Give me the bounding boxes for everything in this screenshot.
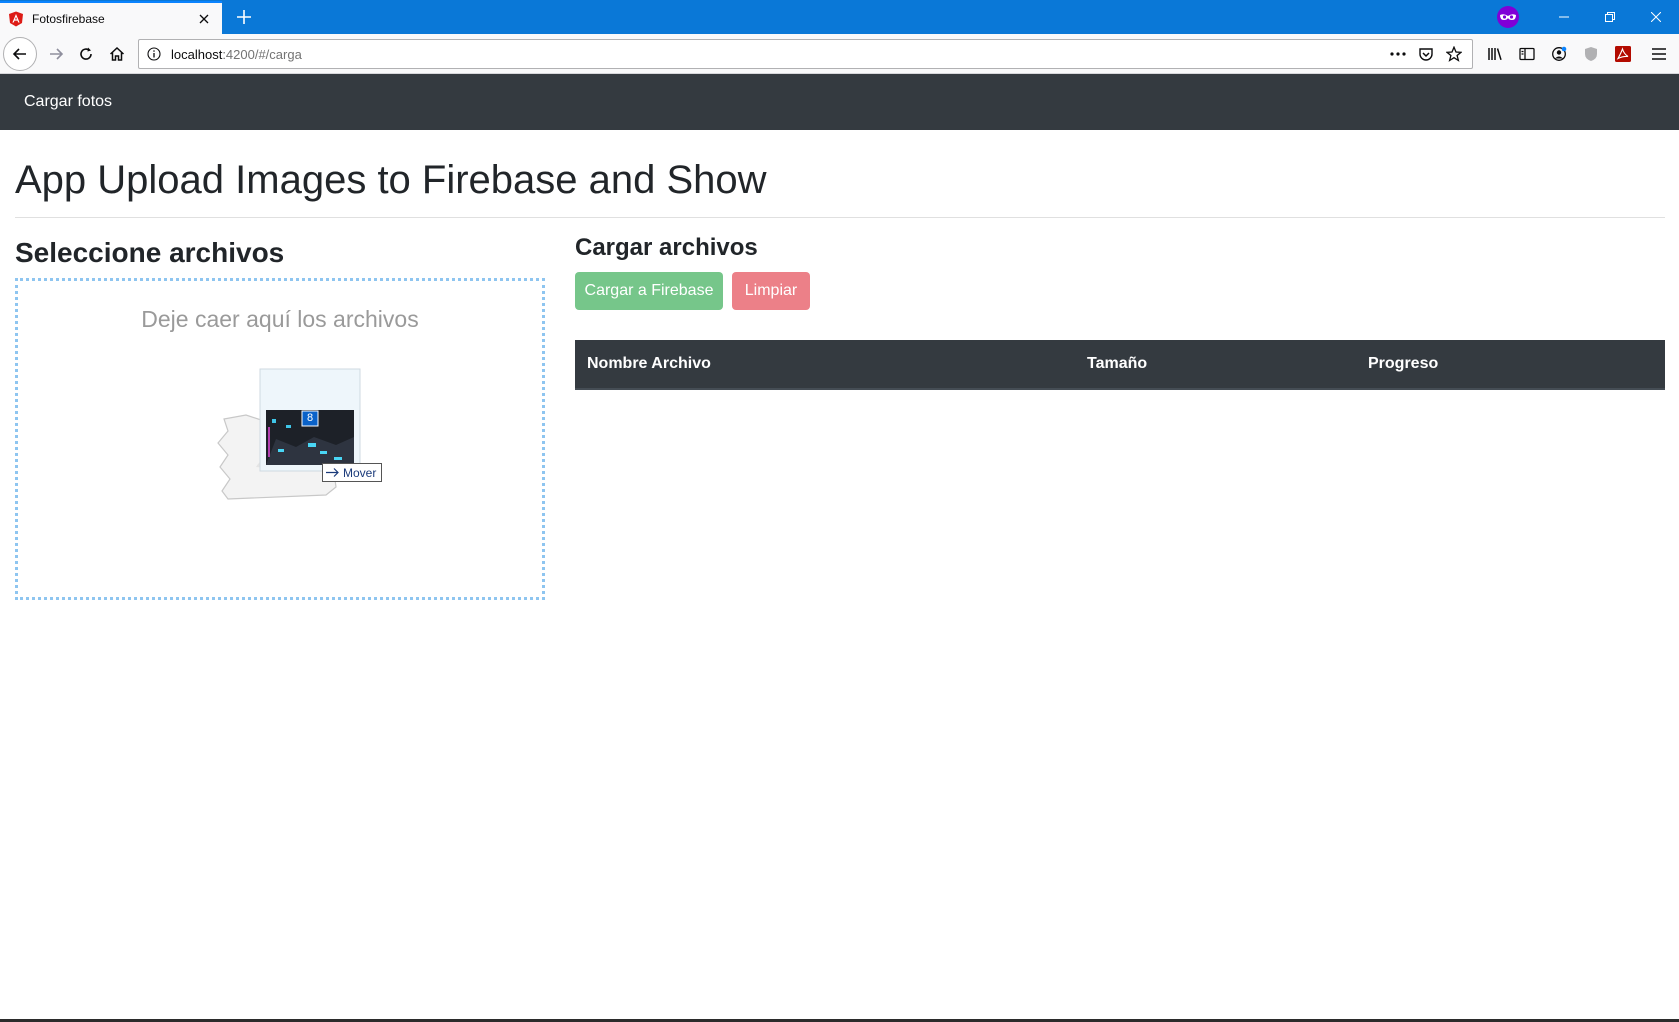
drag-move-tooltip: Mover (322, 463, 382, 482)
column-header-progress: Progreso (1368, 355, 1439, 372)
minimize-icon[interactable] (1541, 0, 1587, 34)
sidebar-icon[interactable] (1511, 38, 1543, 70)
window-controls (1485, 0, 1679, 34)
browser-tab[interactable]: Fotosfirebase (0, 1, 222, 34)
drag-count-badge: 8 (306, 412, 314, 424)
url-bar[interactable]: localhost:4200/#/carga (138, 39, 1473, 69)
upload-to-firebase-button[interactable]: Cargar a Firebase (575, 272, 723, 310)
file-drop-zone[interactable]: Deje caer aquí los archivos 8 Mover (15, 278, 545, 600)
more-icon[interactable] (1384, 40, 1412, 68)
close-window-icon[interactable] (1633, 0, 1679, 34)
library-icon[interactable] (1479, 38, 1511, 70)
shield-icon[interactable] (1575, 38, 1607, 70)
reload-icon[interactable] (70, 38, 102, 70)
star-icon[interactable] (1440, 40, 1468, 68)
files-table-header: Nombre Archivo Tamaño Progreso (575, 340, 1665, 390)
forward-icon[interactable] (40, 38, 72, 70)
arrow-right-icon (326, 468, 339, 477)
restore-icon[interactable] (1587, 0, 1633, 34)
private-browsing-icon (1485, 0, 1531, 34)
back-icon[interactable] (3, 37, 37, 71)
toolbar-right (1479, 38, 1679, 70)
select-files-heading: Seleccione archivos (15, 237, 285, 268)
column-header-file-name: Nombre Archivo (587, 355, 711, 372)
url-text: localhost:4200/#/carga (169, 47, 302, 62)
info-icon[interactable] (139, 40, 169, 68)
upload-files-heading: Cargar archivos (575, 234, 758, 261)
browser-titlebar: Fotosfirebase (0, 0, 1679, 34)
url-host: localhost (171, 46, 223, 62)
page-title: App Upload Images to Firebase and Show (15, 158, 767, 202)
url-path: :4200/#/carga (222, 46, 302, 62)
browser-navbar: localhost:4200/#/carga (0, 34, 1679, 74)
angular-favicon (9, 11, 23, 26)
drag-action-label: Mover (343, 465, 377, 480)
clear-button[interactable]: Limpiar (732, 272, 810, 310)
account-icon[interactable] (1543, 38, 1575, 70)
tab-title: Fotosfirebase (32, 11, 105, 26)
navbar-brand-link[interactable]: Cargar fotos (24, 93, 112, 111)
home-icon[interactable] (101, 38, 133, 70)
divider (15, 217, 1665, 218)
url-actions (1384, 40, 1468, 68)
drop-zone-text: Deje caer aquí los archivos (141, 306, 419, 332)
plus-icon[interactable] (230, 4, 258, 30)
column-header-size: Tamaño (1087, 355, 1148, 372)
app-navbar: Cargar fotos (0, 74, 1679, 130)
pdf-icon[interactable] (1607, 38, 1639, 70)
pocket-icon[interactable] (1412, 40, 1440, 68)
close-icon[interactable] (190, 5, 218, 33)
drag-preview-image (217, 368, 361, 500)
menu-icon[interactable] (1639, 38, 1679, 70)
